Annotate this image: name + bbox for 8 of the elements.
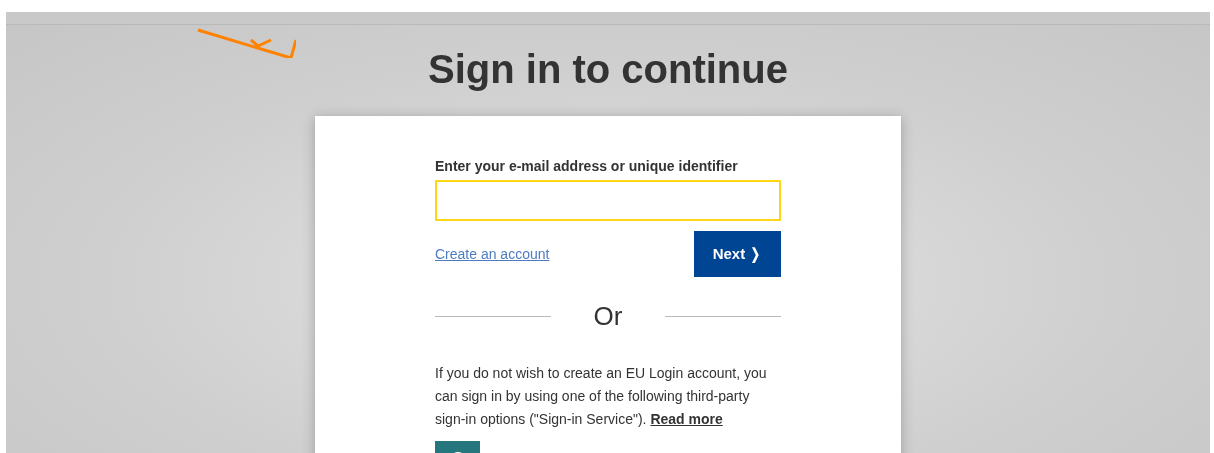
email-input-field[interactable] [435, 180, 781, 221]
or-divider-text: Or [592, 301, 624, 332]
page-title: Sign in to continue [428, 46, 788, 92]
next-button[interactable]: Next ❭ [694, 231, 781, 277]
create-account-link[interactable]: Create an account [435, 246, 550, 262]
third-party-info-text: If you do not wish to create an EU Login account, you can sign in by using one of the following third-party sign-in options ("Sign-in Service"). Read more [435, 364, 768, 429]
field-label: Enter your e-mail address or unique identifier [435, 158, 739, 174]
read-more-link[interactable]: Read more [650, 411, 723, 427]
